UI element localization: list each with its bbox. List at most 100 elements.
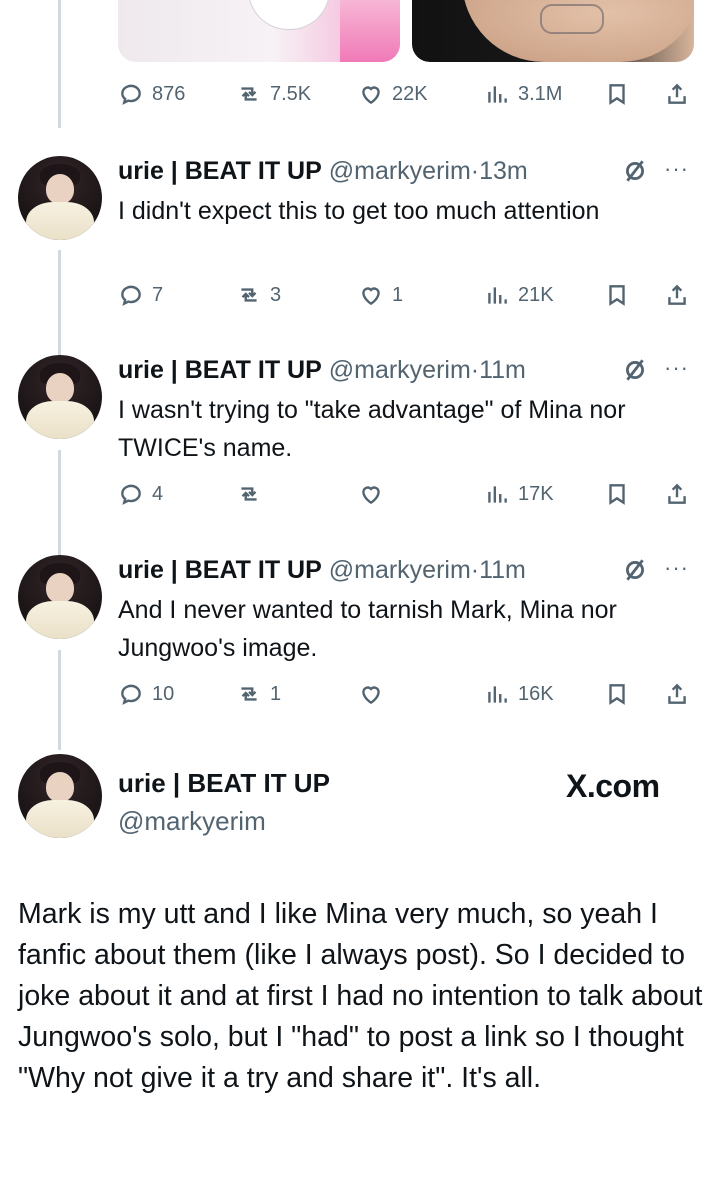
like-count: 1 bbox=[392, 283, 404, 306]
more-icon[interactable]: ··· bbox=[664, 156, 689, 182]
reply-button[interactable]: 7 bbox=[118, 280, 163, 310]
thread-line bbox=[58, 0, 61, 128]
avatar[interactable] bbox=[18, 156, 102, 240]
handle[interactable]: @markyerim bbox=[329, 356, 471, 384]
retweet-count: 7.5K bbox=[270, 82, 312, 105]
jacket-graphic bbox=[26, 401, 94, 439]
thread-line bbox=[58, 250, 61, 360]
tweet-header: urie | BEAT IT UP @markyerim·11m bbox=[118, 355, 526, 385]
display-name[interactable]: urie | BEAT IT UP bbox=[118, 356, 322, 384]
bookmark-button[interactable] bbox=[604, 679, 630, 709]
timestamp[interactable]: 13m bbox=[479, 157, 528, 185]
pink-background bbox=[340, 0, 400, 62]
grok-icon[interactable] bbox=[622, 557, 648, 583]
grok-icon[interactable] bbox=[622, 158, 648, 184]
share-icon bbox=[668, 83, 686, 104]
retweet-button[interactable] bbox=[236, 479, 270, 509]
views-button[interactable]: 16K bbox=[484, 679, 554, 709]
tweet-image-left[interactable] bbox=[118, 0, 400, 62]
face-graphic bbox=[46, 373, 74, 403]
x-com-logo: X.com bbox=[566, 768, 660, 804]
reply-button[interactable]: 876 bbox=[118, 79, 185, 109]
profile-handle[interactable]: @markyerim bbox=[118, 806, 266, 837]
bookmark-icon bbox=[609, 484, 625, 505]
reply-button[interactable]: 10 bbox=[118, 679, 174, 709]
views-icon bbox=[488, 686, 507, 703]
display-name[interactable]: urie | BEAT IT UP bbox=[118, 556, 322, 584]
like-button[interactable]: 22K bbox=[358, 79, 428, 109]
reply-count: 876 bbox=[152, 82, 186, 105]
bookmark-icon bbox=[609, 285, 625, 306]
views-button[interactable]: 17K bbox=[484, 479, 554, 509]
tweet-text: And I never wanted to tarnish Mark, Mina… bbox=[118, 596, 617, 662]
like-count: 22K bbox=[392, 82, 428, 105]
heart-icon bbox=[362, 486, 380, 505]
jacket-graphic bbox=[26, 601, 94, 639]
retweet-button[interactable]: 1 bbox=[236, 679, 281, 709]
avatar[interactable] bbox=[18, 754, 102, 838]
jacket-graphic bbox=[26, 800, 94, 838]
dot-separator: · bbox=[470, 556, 480, 584]
share-button[interactable] bbox=[664, 280, 690, 310]
retweet-button[interactable]: 3 bbox=[236, 280, 281, 310]
tweet-actions: 4 17K bbox=[118, 479, 694, 509]
heart-icon bbox=[362, 287, 380, 306]
display-name[interactable]: urie | BEAT IT UP bbox=[118, 157, 322, 185]
bookmark-button[interactable] bbox=[604, 479, 630, 509]
avatar[interactable] bbox=[18, 555, 102, 639]
share-icon bbox=[668, 483, 686, 504]
retweet-icon bbox=[241, 288, 257, 302]
reply-count: 10 bbox=[152, 682, 175, 705]
handle[interactable]: @markyerim bbox=[329, 157, 471, 185]
thread-screenshot: 876 7.5K 22K 3.1M urie | BEAT IT UP @mar… bbox=[0, 0, 713, 1200]
face-graphic bbox=[46, 174, 74, 204]
tweet-image-right[interactable] bbox=[412, 0, 694, 62]
share-button[interactable] bbox=[664, 79, 690, 109]
shirt-graphic bbox=[248, 0, 330, 30]
view-count: 16K bbox=[518, 682, 554, 705]
like-button[interactable] bbox=[358, 679, 392, 709]
dot-separator: · bbox=[470, 157, 480, 185]
bookmark-icon bbox=[609, 84, 625, 105]
media-row bbox=[118, 0, 694, 62]
dot-separator: · bbox=[470, 356, 480, 384]
profile-name[interactable]: urie | BEAT IT UP bbox=[118, 768, 330, 799]
tattoo-graphic bbox=[540, 4, 604, 34]
reply-icon bbox=[121, 684, 141, 705]
reply-icon bbox=[121, 84, 141, 105]
reply-count: 4 bbox=[152, 482, 164, 505]
more-icon[interactable]: ··· bbox=[664, 355, 689, 381]
tweet-actions: 7 3 1 21K bbox=[118, 280, 694, 310]
tweet-text: I didn't expect this to get too much att… bbox=[118, 197, 600, 225]
share-button[interactable] bbox=[664, 679, 690, 709]
view-count: 21K bbox=[518, 283, 554, 306]
retweet-count: 1 bbox=[270, 682, 282, 705]
view-count: 17K bbox=[518, 482, 554, 505]
views-button[interactable]: 3.1M bbox=[484, 79, 562, 109]
top-tweet-actions: 876 7.5K 22K 3.1M bbox=[118, 79, 694, 109]
grok-icon[interactable] bbox=[622, 357, 648, 383]
like-button[interactable]: 1 bbox=[358, 280, 403, 310]
share-icon bbox=[668, 284, 686, 305]
heart-icon bbox=[362, 686, 380, 705]
tweet-header: urie | BEAT IT UP @markyerim·13m bbox=[118, 156, 528, 186]
statement-text: Mark is my utt and I like Mina very much… bbox=[18, 898, 703, 1094]
handle[interactable]: @markyerim bbox=[329, 556, 471, 584]
retweet-button[interactable]: 7.5K bbox=[236, 79, 311, 109]
like-button[interactable] bbox=[358, 479, 392, 509]
bookmark-button[interactable] bbox=[604, 280, 630, 310]
more-icon[interactable]: ··· bbox=[664, 555, 689, 581]
bookmark-button[interactable] bbox=[604, 79, 630, 109]
timestamp[interactable]: 11m bbox=[479, 556, 526, 584]
views-button[interactable]: 21K bbox=[484, 280, 554, 310]
views-icon bbox=[488, 287, 507, 304]
timestamp[interactable]: 11m bbox=[479, 356, 526, 384]
face-graphic bbox=[46, 772, 74, 802]
share-button[interactable] bbox=[664, 479, 690, 509]
avatar[interactable] bbox=[18, 355, 102, 439]
view-count: 3.1M bbox=[518, 82, 563, 105]
bookmark-icon bbox=[609, 684, 625, 705]
reply-button[interactable]: 4 bbox=[118, 479, 163, 509]
retweet-icon bbox=[241, 687, 257, 701]
tweet-header: urie | BEAT IT UP @markyerim·11m bbox=[118, 555, 526, 585]
